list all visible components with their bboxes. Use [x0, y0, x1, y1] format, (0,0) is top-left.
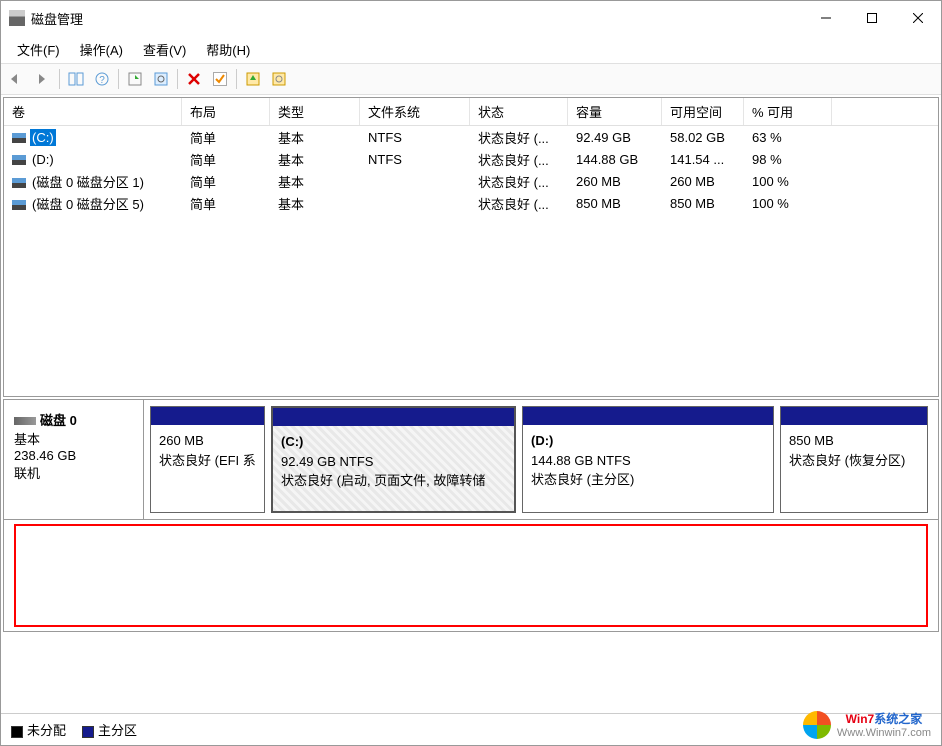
partition[interactable]: 260 MB状态良好 (EFI 系 [150, 406, 265, 513]
disk-status: 联机 [14, 463, 133, 482]
watermark-logo-icon [803, 711, 831, 739]
toolbar: ? [1, 63, 941, 95]
disk-info[interactable]: 磁盘 0 基本 238.46 GB 联机 [4, 400, 144, 519]
col-status[interactable]: 状态 [470, 98, 568, 125]
menu-view[interactable]: 查看(V) [135, 36, 194, 63]
partition-header [523, 407, 773, 425]
forward-button[interactable] [31, 67, 55, 91]
legend-primary: 主分区 [82, 720, 137, 739]
partition[interactable]: (C:)92.49 GB NTFS状态良好 (启动, 页面文件, 故障转储 [271, 406, 516, 513]
volume-icon [12, 178, 26, 188]
volume-row[interactable]: (磁盘 0 磁盘分区 5)简单基本状态良好 (...850 MB850 MB10… [4, 192, 938, 214]
legend-unallocated: 未分配 [11, 720, 66, 739]
rescan-button[interactable] [149, 67, 173, 91]
svg-text:?: ? [99, 75, 105, 86]
volume-icon [12, 155, 26, 165]
volume-icon [12, 200, 26, 210]
minimize-button[interactable] [803, 3, 849, 33]
disk-size: 238.46 GB [14, 448, 133, 463]
separator-icon [236, 69, 237, 89]
volume-row[interactable]: (磁盘 0 磁盘分区 1)简单基本状态良好 (...260 MB260 MB10… [4, 170, 938, 192]
check-button[interactable] [208, 67, 232, 91]
help-button[interactable]: ? [90, 67, 114, 91]
menu-bar: 文件(F) 操作(A) 查看(V) 帮助(H) [1, 35, 941, 63]
grid-header: 卷 布局 类型 文件系统 状态 容量 可用空间 % 可用 [4, 98, 938, 126]
col-filesystem[interactable]: 文件系统 [360, 98, 470, 125]
maximize-button[interactable] [849, 3, 895, 33]
col-type[interactable]: 类型 [270, 98, 360, 125]
up-button[interactable] [241, 67, 265, 91]
app-icon [9, 10, 25, 26]
disk-icon [14, 417, 36, 425]
window-title: 磁盘管理 [31, 9, 803, 28]
volume-row[interactable]: (C:)简单基本NTFS状态良好 (...92.49 GB58.02 GB63 … [4, 126, 938, 148]
properties-button[interactable] [267, 67, 291, 91]
highlight-box [14, 524, 928, 627]
col-layout[interactable]: 布局 [182, 98, 270, 125]
refresh-button[interactable] [123, 67, 147, 91]
volume-icon [12, 133, 26, 143]
volume-list[interactable]: 卷 布局 类型 文件系统 状态 容量 可用空间 % 可用 (C:)简单基本NTF… [3, 97, 939, 397]
disk-type: 基本 [14, 429, 133, 448]
volume-row[interactable]: (D:)简单基本NTFS状态良好 (...144.88 GB141.54 ...… [4, 148, 938, 170]
separator-icon [118, 69, 119, 89]
watermark: Win7系统之家 Www.Winwin7.com [803, 710, 931, 739]
col-pct[interactable]: % 可用 [744, 98, 832, 125]
disk-row: 磁盘 0 基本 238.46 GB 联机 260 MB状态良好 (EFI 系(C… [4, 400, 938, 520]
partition[interactable]: 850 MB状态良好 (恢复分区) [780, 406, 928, 513]
menu-help[interactable]: 帮助(H) [198, 36, 258, 63]
close-button[interactable] [895, 3, 941, 33]
menu-file[interactable]: 文件(F) [9, 36, 68, 63]
col-free[interactable]: 可用空间 [662, 98, 744, 125]
disk-name: 磁盘 0 [40, 413, 77, 428]
partition-header [781, 407, 927, 425]
back-button[interactable] [5, 67, 29, 91]
legend: 未分配 主分区 [1, 713, 941, 745]
window-controls [803, 3, 941, 33]
disk-graphical-view: 磁盘 0 基本 238.46 GB 联机 260 MB状态良好 (EFI 系(C… [3, 399, 939, 632]
col-volume[interactable]: 卷 [4, 98, 182, 125]
partition-header [151, 407, 264, 425]
separator-icon [177, 69, 178, 89]
title-bar: 磁盘管理 [1, 1, 941, 35]
partition[interactable]: (D:)144.88 GB NTFS状态良好 (主分区) [522, 406, 774, 513]
partition-header [273, 408, 514, 426]
col-capacity[interactable]: 容量 [568, 98, 662, 125]
menu-action[interactable]: 操作(A) [72, 36, 131, 63]
delete-button[interactable] [182, 67, 206, 91]
separator-icon [59, 69, 60, 89]
view-panes-button[interactable] [64, 67, 88, 91]
partitions: 260 MB状态良好 (EFI 系(C:)92.49 GB NTFS状态良好 (… [144, 400, 938, 519]
